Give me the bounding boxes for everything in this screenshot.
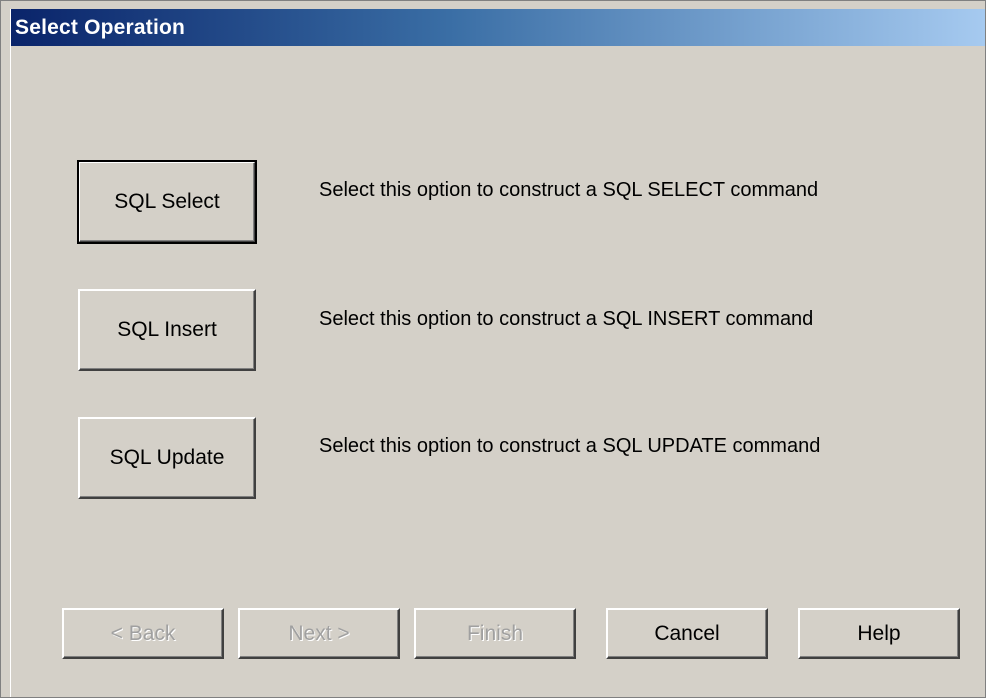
back-button[interactable]: < Back	[62, 608, 224, 659]
sql-insert-description: Select this option to construct a SQL IN…	[319, 308, 814, 330]
sql-update-button-label: SQL Update	[109, 446, 225, 469]
window-title: Select Operation	[15, 16, 186, 39]
next-button[interactable]: Next >	[238, 608, 400, 659]
title-bar[interactable]: Select Operation	[11, 9, 985, 46]
back-button-label: < Back	[110, 621, 176, 645]
finish-button[interactable]: Finish	[414, 608, 576, 659]
sql-update-description: Select this option to construct a SQL UP…	[319, 435, 821, 457]
finish-button-label: Finish	[466, 621, 524, 645]
sql-select-description: Select this option to construct a SQL SE…	[319, 179, 819, 201]
sql-update-button[interactable]: SQL Update	[78, 417, 256, 499]
next-button-label: Next >	[288, 621, 350, 645]
sql-insert-button-label: SQL Insert	[117, 318, 217, 341]
select-operation-dialog: Select Operation SQL Select Select this …	[0, 0, 986, 698]
sql-select-button[interactable]: SQL Select	[77, 160, 257, 244]
sql-select-button-label: SQL Select	[114, 190, 220, 213]
help-button[interactable]: Help	[798, 608, 960, 659]
sql-insert-button[interactable]: SQL Insert	[78, 289, 256, 371]
cancel-button-label: Cancel	[654, 621, 720, 645]
window-edge	[10, 9, 11, 697]
cancel-button[interactable]: Cancel	[606, 608, 768, 659]
help-button-label: Help	[857, 621, 901, 645]
